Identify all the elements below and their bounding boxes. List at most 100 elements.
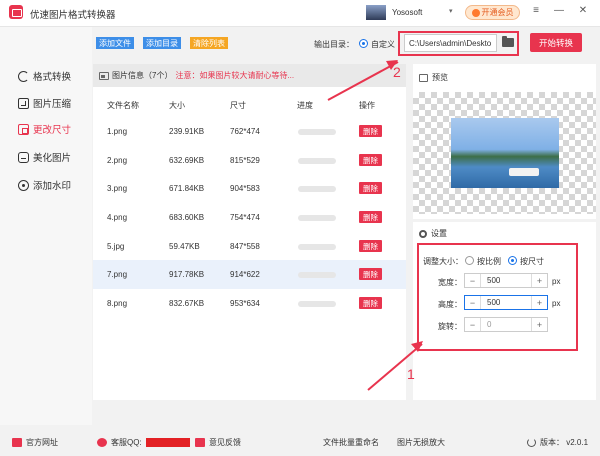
- progress-bar: [298, 158, 336, 164]
- website-icon: [12, 438, 22, 447]
- avatar[interactable]: [366, 5, 386, 20]
- annotation-number-two: 2: [393, 64, 401, 80]
- preview-header: 预览: [419, 72, 448, 83]
- progress-bar: [298, 186, 336, 192]
- official-website-link[interactable]: 官方网址: [12, 437, 58, 448]
- delete-button[interactable]: 删除: [359, 154, 382, 166]
- delete-button[interactable]: 删除: [359, 211, 382, 223]
- minimize-icon[interactable]: —: [552, 5, 566, 16]
- watermark-icon: [18, 180, 29, 191]
- add-folder-button[interactable]: 添加目录: [143, 37, 181, 49]
- file-dimensions: 953*634: [230, 299, 260, 308]
- column-header-action: 操作: [359, 100, 375, 111]
- custom-dir-label: 自定义: [371, 39, 395, 50]
- delete-button[interactable]: 删除: [359, 240, 382, 252]
- sidebar-item-compress[interactable]: 图片压缩: [18, 96, 71, 110]
- preview-image: [451, 118, 559, 188]
- progress-bar: [298, 215, 336, 221]
- start-convert-button[interactable]: 开始转换: [530, 33, 582, 52]
- table-row[interactable]: 8.png 832.67KB 953*634 删除: [93, 289, 406, 318]
- file-dimensions: 904*583: [230, 184, 260, 193]
- large-file-notice: 注意：如果图片较大请耐心等待...: [175, 70, 294, 81]
- chevron-down-icon[interactable]: ▾: [449, 7, 453, 15]
- app-logo-icon: [9, 5, 23, 19]
- annotation-number-one: 1: [407, 366, 415, 382]
- output-dir-label: 输出目录：: [314, 39, 354, 50]
- resize-icon: [18, 124, 29, 135]
- feedback-link[interactable]: 意见反馈: [195, 437, 241, 448]
- table-row[interactable]: 3.png 671.84KB 904*583 删除: [93, 174, 406, 203]
- image-icon: [99, 72, 109, 80]
- sidebar-item-label: 美化图片: [33, 150, 71, 164]
- progress-bar: [298, 129, 336, 135]
- sidebar-item-format-convert[interactable]: 格式转换: [18, 69, 71, 83]
- version-info[interactable]: 版本： v2.0.1: [527, 437, 588, 448]
- file-dimensions: 914*622: [230, 270, 260, 279]
- headset-icon: [97, 438, 107, 447]
- version-label: 版本： v2.0.1: [540, 437, 588, 448]
- delete-button[interactable]: 删除: [359, 182, 382, 194]
- file-dimensions: 754*474: [230, 213, 260, 222]
- table-row[interactable]: 7.png 917.78KB 914*622 删除: [93, 260, 406, 289]
- feedback-label: 意见反馈: [209, 437, 241, 448]
- file-size: 671.84KB: [169, 184, 204, 193]
- column-header-size: 大小: [169, 100, 185, 111]
- lossless-enlarge-link[interactable]: 图片无损放大: [397, 437, 445, 448]
- title-bar: 优速图片格式转换器 Yososoft ▾ 开通会员 ≡ — ✕: [0, 0, 600, 27]
- sidebar-item-label: 格式转换: [33, 69, 71, 83]
- progress-bar: [298, 272, 336, 278]
- user-name[interactable]: Yososoft: [392, 8, 422, 17]
- compress-icon: [18, 98, 29, 109]
- file-size: 683.60KB: [169, 213, 204, 222]
- annotation-box-settings: [417, 243, 578, 351]
- pdf-icon: [195, 438, 205, 447]
- file-name: 7.png: [107, 270, 127, 279]
- vip-button[interactable]: 开通会员: [465, 5, 520, 20]
- annotation-box-output: [398, 31, 519, 56]
- file-list-panel: 图片信息（7个） 注意：如果图片较大请耐心等待... 文件名称 大小 尺寸 进度…: [93, 64, 406, 400]
- add-file-button[interactable]: 添加文件: [96, 37, 134, 49]
- support-qq[interactable]: 客服QQ:: [97, 437, 190, 448]
- file-name: 5.jpg: [107, 242, 124, 251]
- batch-rename-link[interactable]: 文件批量重命名: [323, 437, 379, 448]
- clear-list-button[interactable]: 清除列表: [190, 37, 228, 49]
- column-header-progress: 进度: [297, 100, 313, 111]
- menu-icon[interactable]: ≡: [529, 5, 543, 16]
- file-list-header: 图片信息（7个） 注意：如果图片较大请耐心等待...: [93, 64, 406, 87]
- table-row[interactable]: 1.png 239.91KB 762*474 删除: [93, 117, 406, 146]
- sidebar-item-label: 更改尺寸: [33, 122, 71, 136]
- file-name: 2.png: [107, 156, 127, 165]
- app-title: 优速图片格式转换器: [30, 7, 116, 21]
- sidebar-item-resize[interactable]: 更改尺寸: [18, 122, 71, 136]
- table-row[interactable]: 4.png 683.60KB 754*474 删除: [93, 203, 406, 232]
- preview-canvas: [413, 92, 596, 214]
- close-icon[interactable]: ✕: [576, 5, 590, 16]
- file-count-label: 图片信息（7个）: [112, 70, 172, 81]
- preview-title: 预览: [432, 72, 448, 83]
- sidebar-item-beautify[interactable]: 美化图片: [18, 150, 71, 164]
- custom-dir-radio[interactable]: [359, 39, 368, 48]
- support-qq-label: 客服QQ:: [111, 437, 142, 448]
- sidebar-item-watermark[interactable]: 添加水印: [18, 178, 71, 192]
- delete-button[interactable]: 删除: [359, 268, 382, 280]
- delete-button[interactable]: 删除: [359, 297, 382, 309]
- file-name: 4.png: [107, 213, 127, 222]
- vip-label: 开通会员: [482, 7, 514, 18]
- file-dimensions: 815*529: [230, 156, 260, 165]
- gear-icon: [419, 230, 427, 238]
- official-website-label: 官方网址: [26, 437, 58, 448]
- file-dimensions: 847*558: [230, 242, 260, 251]
- file-dimensions: 762*474: [230, 127, 260, 136]
- column-header-dimensions: 尺寸: [230, 100, 246, 111]
- crown-icon: [472, 9, 480, 17]
- table-row[interactable]: 5.jpg 59.47KB 847*558 删除: [93, 232, 406, 261]
- beauty-icon: [18, 152, 29, 163]
- footer: 官方网址 客服QQ: 意见反馈 文件批量重命名 图片无损放大 版本： v2.0.…: [0, 428, 600, 456]
- sidebar-item-label: 添加水印: [33, 178, 71, 192]
- table-row[interactable]: 2.png 632.69KB 815*529 删除: [93, 146, 406, 175]
- delete-button[interactable]: 删除: [359, 125, 382, 137]
- file-name: 8.png: [107, 299, 127, 308]
- settings-header: 设置: [419, 228, 447, 239]
- settings-title: 设置: [431, 228, 447, 239]
- progress-bar: [298, 244, 336, 250]
